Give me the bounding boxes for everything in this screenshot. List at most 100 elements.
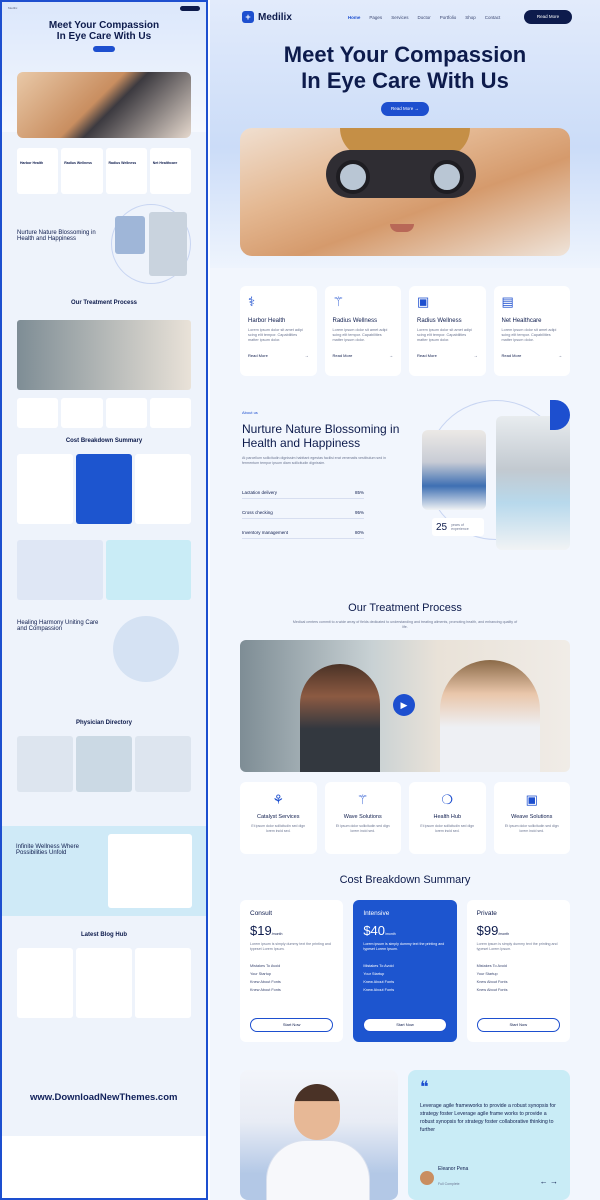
experience-badge: 25 years of experience xyxy=(432,518,484,536)
doctor-photo xyxy=(422,430,486,510)
arrow-left-icon[interactable]: ← xyxy=(540,1177,548,1186)
service-text: Lorem ipsum dolor sit amet adipi scing e… xyxy=(248,328,303,342)
cost-title: Cost Breakdown Summary xyxy=(339,874,471,886)
start-now-button[interactable]: Start Now xyxy=(363,1018,447,1032)
service-title: Harbor Health xyxy=(248,318,286,324)
monitor-icon: ▣ xyxy=(417,294,430,309)
hero-image xyxy=(240,128,570,256)
nav-item-portfolio[interactable]: Portfolio xyxy=(440,15,457,20)
monitor-icon: ▣ xyxy=(525,792,538,807)
service-read-more-link[interactable]: Read More → xyxy=(417,353,478,358)
thumb-logo: Medilix xyxy=(8,6,18,10)
start-now-button[interactable]: Start Now xyxy=(476,1018,560,1032)
feature-cards: ⚘ Catalyst Services Et ipsum dolor solli… xyxy=(240,782,570,854)
arrow-right-icon: → xyxy=(389,353,393,358)
service-card[interactable]: ▤ Net Healthcare Lorem ipsum dolor sit a… xyxy=(493,286,570,376)
service-read-more-link[interactable]: Read More → xyxy=(248,353,309,358)
thumb-wellness: Infinite Wellness Where Possibilities Un… xyxy=(2,826,206,916)
thumb-nav: Medilix xyxy=(2,2,206,14)
testimonial-author: Eleanor Pena Full Complete xyxy=(420,1166,468,1190)
tooth-icon: ⚘ xyxy=(272,792,285,807)
service-title: Radius Wellness xyxy=(332,318,378,324)
nav-cta-button[interactable]: Read More xyxy=(524,10,572,24)
service-read-more-link[interactable]: Read More → xyxy=(502,353,563,358)
thumb-plans xyxy=(17,454,191,524)
avatar xyxy=(420,1171,434,1185)
feature-card[interactable]: ▣ Weave Solutions Et ipsum dolor sollici… xyxy=(493,782,570,854)
pricing-card: Consult $19/month Lorem ipsum is simply … xyxy=(240,900,344,1042)
hero-title: Meet Your Compassion In Eye Care With Us xyxy=(283,42,527,93)
nav-item-doctor[interactable]: Doctor xyxy=(417,15,430,20)
thumb-blog-title: Latest Blog Hub xyxy=(81,932,127,938)
thumb-footer xyxy=(2,1136,206,1198)
feature-card[interactable]: ⚚ Wave Solutions Et ipsum dolor sollicit… xyxy=(324,782,401,854)
drop-icon: ❍ xyxy=(441,792,454,807)
quote-icon: ❝ xyxy=(420,1079,429,1096)
watermark-text: www.DownloadNewThemes.com xyxy=(30,1092,178,1103)
pricing-plans: Consult $19/month Lorem ipsum is simply … xyxy=(240,900,570,1042)
arrow-right-icon: → xyxy=(473,353,478,358)
feature-card[interactable]: ❍ Health Hub Et ipsum dolor sollicitudin… xyxy=(409,782,486,854)
thumb-healing: Healing Harmony Uniting Care and Compass… xyxy=(17,612,191,712)
pricing-card-highlighted: Intensive $40/month Lorem ipsum is simpl… xyxy=(353,900,457,1042)
thumb-cost-title: Cost Breakdown Summary xyxy=(65,438,143,444)
main-view: + Medilix Home Pages Services Doctor Por… xyxy=(210,0,600,1200)
arrow-right-icon: → xyxy=(304,353,309,358)
stethoscope-icon: ⚚ xyxy=(332,294,345,309)
arrow-right-icon[interactable]: → xyxy=(550,1177,558,1186)
process-video: ▶ xyxy=(240,640,570,772)
thumb-doctors xyxy=(17,736,191,792)
service-card[interactable]: ⚕ Harbor Health Lorem ipsum dolor sit am… xyxy=(240,286,317,376)
start-now-button[interactable]: Start Now xyxy=(250,1018,334,1032)
arrow-right-icon: → xyxy=(414,106,420,111)
thumb-card: Radius Wellness xyxy=(105,148,147,194)
nav-item-contact[interactable]: Contact xyxy=(485,15,501,20)
navbar: + Medilix Home Pages Services Doctor Por… xyxy=(210,0,600,34)
thumb-about: Nurture Nature Blossoming in Health and … xyxy=(17,202,191,292)
feature-card[interactable]: ⚘ Catalyst Services Et ipsum dolor solli… xyxy=(240,782,317,854)
page-thumbnail: Medilix Meet Your Compassion In Eye Care… xyxy=(0,0,208,1200)
service-cards: ⚕ Harbor Health Lorem ipsum dolor sit am… xyxy=(240,286,570,376)
service-text: Lorem ipsum dolor sit amet adipi scing e… xyxy=(332,328,388,342)
thumb-card: Radius Wellness xyxy=(61,148,103,194)
nav-item-pages[interactable]: Pages xyxy=(369,15,382,20)
thumb-button xyxy=(93,46,115,52)
hero-read-more-button[interactable]: Read More → xyxy=(381,102,429,116)
service-title: Net Healthcare xyxy=(501,318,542,324)
pricing-card: Private $99/month Lorem ipsum is simply … xyxy=(466,900,570,1042)
about-tag: About us xyxy=(242,410,258,415)
thumb-hero-image xyxy=(17,72,191,138)
thumb-directory-title: Physician Directory xyxy=(75,720,133,726)
progress-row: Cross checking 95% xyxy=(242,510,364,519)
thumb-cta xyxy=(180,5,200,11)
notes-icon: ▤ xyxy=(501,294,514,309)
brand-logo[interactable]: + Medilix xyxy=(242,11,292,23)
testimonial-section: ❝ Leverage agile frameworks to provide a… xyxy=(240,1070,570,1200)
testimonial-quote: Leverage agile frameworks to provide a r… xyxy=(420,1103,556,1133)
process-subtitle: Medical centers commit to a wide array o… xyxy=(292,620,518,629)
play-icon[interactable]: ▶ xyxy=(393,694,415,716)
nav-item-services[interactable]: Services xyxy=(391,15,408,20)
nav-item-shop[interactable]: Shop xyxy=(465,15,476,20)
nav-item-home[interactable]: Home xyxy=(348,15,361,20)
service-text: Lorem ipsum dolor sit amet adipi scing e… xyxy=(501,328,557,342)
testimonial-photo xyxy=(240,1070,398,1200)
service-text: Lorem ipsum dolor sit amet adipi scing e… xyxy=(417,328,472,342)
thumb-testimonial xyxy=(17,540,191,600)
progress-row: Lactation delivery 85% xyxy=(242,490,364,499)
eye-exam-photo xyxy=(496,416,570,550)
service-read-more-link[interactable]: Read More → xyxy=(333,353,394,358)
slider-arrows[interactable]: ← → xyxy=(540,1177,558,1186)
thumb-process-title: Our Treatment Process xyxy=(70,300,138,306)
thumb-title: Meet Your Compassion In Eye Care With Us xyxy=(48,20,160,42)
service-card[interactable]: ⚚ Radius Wellness Lorem ipsum dolor sit … xyxy=(324,286,401,376)
service-card[interactable]: ▣ Radius Wellness Lorem ipsum dolor sit … xyxy=(409,286,486,376)
testimonial-card: ❝ Leverage agile frameworks to provide a… xyxy=(408,1070,570,1200)
thumb-service-cards: Harbor Health Radius Wellness Radius Wel… xyxy=(17,148,191,194)
about-title: Nurture Nature Blossoming in Health and … xyxy=(242,422,400,450)
main-menu: Home Pages Services Doctor Portfolio Sho… xyxy=(348,15,500,20)
about-text: At parcellum sollicitudin dignissim habi… xyxy=(242,456,387,465)
hero-section: + Medilix Home Pages Services Doctor Por… xyxy=(210,0,600,268)
thumb-feature-cards xyxy=(17,398,191,428)
service-title: Radius Wellness xyxy=(417,318,462,324)
